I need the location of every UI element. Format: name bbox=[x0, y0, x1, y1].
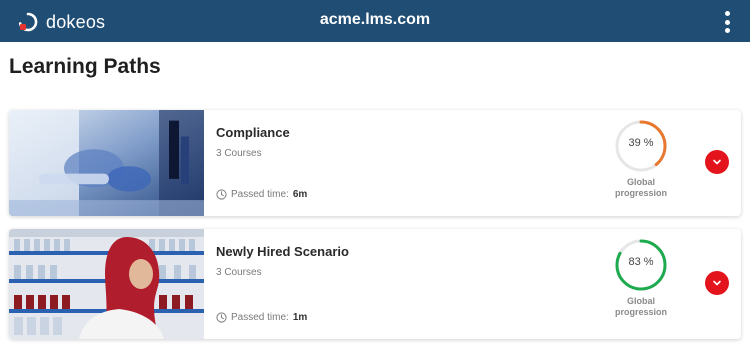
progress-label-line1: Global bbox=[626, 296, 655, 306]
lab-research-photo bbox=[9, 110, 204, 216]
passed-time-value: 6m bbox=[292, 189, 308, 200]
chevron-down-icon bbox=[713, 280, 721, 286]
global-progression: 83 % Global progression bbox=[611, 237, 671, 318]
expand-button[interactable] bbox=[705, 150, 729, 174]
clock-icon bbox=[216, 312, 227, 323]
passed-time: Passed time: 1m bbox=[216, 312, 307, 323]
global-progression: 39 % Global progression bbox=[611, 118, 671, 199]
passed-time-label: Passed time: bbox=[231, 312, 289, 323]
progress-percent: 39 % bbox=[628, 137, 654, 149]
progress-percent: 83 % bbox=[628, 256, 654, 268]
passed-time-value: 1m bbox=[292, 312, 308, 323]
top-bar: dokeos acme.lms.com bbox=[0, 0, 750, 42]
clock-icon bbox=[216, 189, 227, 200]
course-count: 3 Courses bbox=[216, 148, 262, 159]
passed-time-label: Passed time: bbox=[231, 189, 289, 200]
path-title[interactable]: Newly Hired Scenario bbox=[216, 244, 349, 259]
course-count: 3 Courses bbox=[216, 267, 262, 278]
site-domain: acme.lms.com bbox=[319, 11, 431, 28]
progress-label-line2: progression bbox=[614, 307, 667, 317]
kebab-menu-icon[interactable] bbox=[722, 11, 732, 33]
expand-button[interactable] bbox=[705, 271, 729, 295]
learning-path-card[interactable]: Compliance 3 Courses Passed time: 6m 39 … bbox=[9, 110, 741, 216]
passed-time: Passed time: 6m bbox=[216, 189, 307, 200]
lab-worker-photo bbox=[9, 229, 204, 339]
progress-label-line1: Global bbox=[626, 177, 655, 187]
learning-path-card[interactable]: Newly Hired Scenario 3 Courses Passed ti… bbox=[9, 229, 741, 339]
chevron-down-icon bbox=[713, 159, 721, 165]
path-title[interactable]: Compliance bbox=[216, 125, 290, 140]
progress-label-line2: progression bbox=[614, 188, 667, 198]
page-title: Learning Paths bbox=[9, 55, 161, 78]
